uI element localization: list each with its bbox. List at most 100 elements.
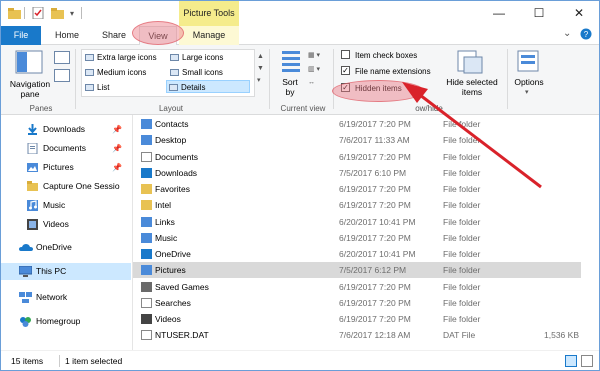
add-columns-icon[interactable]: ▥ ▾ [308,65,328,75]
contacts-icon [141,119,152,129]
details-view-toggle-icon[interactable] [565,355,577,367]
item-check-boxes-option[interactable]: Item check boxes [341,50,417,63]
preview-pane-icon[interactable] [54,51,70,64]
close-button[interactable]: ✕ [559,1,599,26]
nav-item-label: Homegroup [36,316,81,326]
group-separator [333,49,334,109]
option-label: File name extensions [355,67,431,76]
tab-file[interactable]: File [1,26,41,45]
nav-item-this-pc[interactable]: This PC [1,263,131,280]
layout-medium-icons[interactable]: Medium icons [83,66,146,79]
file-row[interactable]: Contacts 6/19/2017 7:20 PM File folder [133,116,581,132]
tab-manage[interactable]: Manage [179,26,239,45]
file-row[interactable]: OneDrive 6/20/2017 10:41 PM File folder [133,246,581,262]
documents-icon [141,151,152,162]
file-date: 6/19/2017 7:20 PM [339,119,411,129]
file-name: Music [155,232,178,243]
file-row[interactable]: Favorites 6/19/2017 7:20 PM File folder [133,181,581,197]
file-row[interactable]: Saved Games 6/19/2017 7:20 PM File folder [133,279,581,295]
title-separator [79,6,85,20]
file-row[interactable]: Intel 6/19/2017 7:20 PM File folder [133,197,581,213]
file-row[interactable]: Searches 6/19/2017 7:20 PM File folder [133,295,581,311]
layout-scroll-arrows-icon[interactable]: ▲ ▼ ▾ [257,51,264,87]
layout-extra-large-icons[interactable]: Extra large icons [83,51,157,64]
extra-large-icons-icon [85,54,94,61]
nav-item-homegroup[interactable]: Homegroup [1,313,131,330]
file-row[interactable]: Downloads 7/5/2017 6:10 PM File folder [133,165,581,181]
file-name-extensions-option[interactable]: ✓ File name extensions [341,66,431,79]
quick-access-dropdown-icon[interactable]: ▾ [67,6,77,20]
tab-home[interactable]: Home [47,26,87,45]
nav-item-label: Pictures [43,162,74,172]
navigation-pane-icon[interactable] [7,48,51,78]
options-button[interactable]: Options [511,77,547,87]
sort-by-icon[interactable] [280,49,304,75]
details-pane-icon[interactable] [54,69,70,82]
file-row[interactable]: NTUSER.DAT 7/6/2017 12:18 AM DAT File 1,536… [133,327,581,343]
onedrive-cloud-icon [141,249,152,259]
pin-icon[interactable]: 📌 [112,159,122,176]
file-row[interactable]: Desktop 7/6/2017 11:33 AM File folder [133,132,581,148]
help-icon[interactable]: ? [580,28,592,43]
nav-item-documents[interactable]: Documents 📌 [1,140,131,157]
large-icons-icon [170,54,179,61]
svg-text:?: ? [584,30,589,39]
tab-share[interactable]: Share [93,26,135,45]
large-icons-view-toggle-icon[interactable] [581,355,593,367]
download-arrow-icon [141,167,152,178]
file-date: 6/19/2017 7:20 PM [339,297,411,308]
searches-icon [141,297,152,308]
file-row[interactable]: Links 6/20/2017 10:41 PM File folder [133,214,581,230]
file-type: File folder [443,281,481,292]
file-name: Links [155,216,175,227]
nav-item-network[interactable]: Network [1,289,131,306]
collapse-ribbon-chevron-icon[interactable]: ⌄ [563,28,571,39]
nav-item-music[interactable]: Music [1,197,131,214]
file-type: File folder [443,135,481,146]
options-icon[interactable] [515,49,543,75]
file-type: File folder [443,314,481,324]
vertical-scrollbar[interactable] [583,115,599,350]
file-row[interactable]: Videos 6/19/2017 7:20 PM File folder [133,311,581,327]
file-row[interactable]: Music 6/19/2017 7:20 PM File folder [133,230,581,246]
file-date: 7/6/2017 11:33 AM [339,135,410,146]
nav-item-label: Capture One Sessio [43,181,120,191]
pin-icon[interactable]: 📌 [112,121,122,138]
options-dropdown-icon[interactable]: ▾ [525,88,529,96]
small-icons-icon [170,69,179,76]
nav-item-label: Network [36,292,68,302]
file-date: 6/20/2017 10:41 PM [339,249,416,259]
hide-selected-items-button[interactable]: Hide selected items [441,77,503,97]
picture-tools-context-label: Picture Tools [179,1,239,26]
pin-icon[interactable]: 📌 [112,140,122,157]
nav-item-downloads[interactable]: Downloads 📌 [1,121,131,138]
file-row[interactable]: Documents 6/19/2017 7:20 PM File folder [133,149,581,165]
minimize-button[interactable]: — [479,1,519,26]
maximize-button[interactable]: ☐ [519,1,559,26]
file-type: File folder [443,249,481,259]
nav-item-capture-one-sessions[interactable]: Capture One Sessio [1,178,131,195]
item-check-boxes-checkbox[interactable] [341,50,350,60]
file-name-extensions-checkbox[interactable]: ✓ [341,66,350,76]
file-name: Videos [155,314,181,324]
new-folder-icon[interactable] [50,6,64,20]
file-row[interactable]: Pictures 7/5/2017 6:12 PM File folder [133,262,581,279]
folder-icon [141,200,152,211]
nav-item-onedrive[interactable]: OneDrive [1,239,131,256]
nav-item-pictures[interactable]: Pictures 📌 [1,159,131,176]
hide-selected-items-icon[interactable] [455,49,483,75]
folder-app-icon [7,6,21,20]
properties-icon[interactable] [31,6,45,20]
nav-item-videos[interactable]: Videos [1,216,131,233]
layout-details[interactable]: Details [166,80,250,93]
navigation-pane-button[interactable]: Navigation pane [5,79,55,99]
file-type: File folder [443,297,481,308]
sort-by-button[interactable]: Sort by [275,77,305,97]
file-type: File folder [443,232,481,243]
layout-small-icons[interactable]: Small icons [168,66,223,79]
group-by-icon[interactable]: ▦ ▾ [308,51,328,61]
size-all-columns-icon[interactable]: ↔ [308,79,328,89]
layout-large-icons[interactable]: Large icons [168,51,223,64]
layout-list[interactable]: List [83,81,109,94]
nav-item-label: Downloads [43,124,86,134]
